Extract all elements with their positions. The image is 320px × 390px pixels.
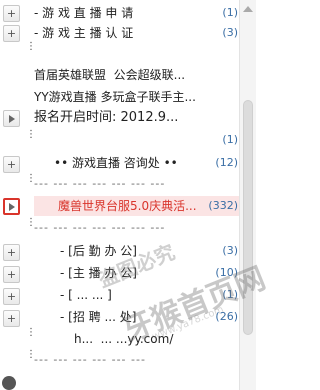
status-icon (2, 376, 16, 390)
plus-icon: + (6, 158, 17, 171)
expand-button[interactable]: + (3, 5, 20, 22)
plus-icon: + (6, 27, 17, 40)
vertical-scrollbar[interactable] (239, 0, 256, 390)
expand-button[interactable]: + (3, 244, 20, 261)
plus-icon: + (6, 246, 17, 259)
channel-name: - [后 勤 办 公] (60, 244, 137, 258)
user-count: (12) (215, 156, 238, 169)
plus-icon: + (6, 268, 17, 281)
user-count: (3) (222, 26, 238, 39)
channel-name: - 游 戏 直 播 申 请 (34, 6, 134, 20)
channel-row[interactable]: 首届英雄联盟 公会超级联... (34, 65, 240, 85)
expand-button[interactable]: + (3, 25, 20, 42)
channel-row[interactable]: - 游 戏 主 播 认 证 (3) (34, 23, 240, 43)
channel-name: - [招 聘 ... 处] (60, 310, 137, 324)
channel-row[interactable]: - 游 戏 直 播 申 请 (1) (34, 3, 240, 23)
channel-row[interactable]: (1) (34, 130, 240, 150)
channel-name: YY游戏直播 多玩盒子联手主... (34, 90, 196, 104)
channel-name: h... ... ...yy.com/ (74, 332, 174, 346)
play-button-selected[interactable] (3, 198, 20, 215)
channel-name: - [主 播 办 公] (60, 266, 137, 280)
tree-guide: ⋮ (26, 173, 36, 184)
channel-row[interactable]: YY游戏直播 多玩盒子联手主... (34, 87, 240, 107)
channel-row[interactable]: - [后 勤 办 公] (3) (34, 241, 240, 261)
channel-name: 魔兽世界台服5.0庆典活... (58, 199, 197, 213)
tree-guide: ⋮ (26, 349, 36, 360)
channel-name: - [ ... ... ] (60, 288, 112, 302)
play-button[interactable] (3, 110, 20, 127)
scroll-thumb[interactable] (243, 100, 253, 335)
channel-tree-panel: + + + + + + + - 游 戏 直 播 申 请 (1) - 游 戏 主 播… (0, 0, 270, 390)
user-count: (332) (208, 199, 238, 212)
channel-row[interactable]: •• 游戏直播 咨询处 •• (12) (34, 153, 240, 173)
user-count: (1) (222, 6, 238, 19)
channel-row[interactable]: 报名开启时间: 2012.9... (34, 108, 240, 128)
expand-button[interactable]: + (3, 266, 20, 283)
separator: --- --- --- --- --- --- --- (34, 221, 166, 234)
channel-row[interactable] (34, 43, 240, 63)
user-count: (1) (222, 288, 238, 301)
channel-row[interactable]: h... ... ...yy.com/ (34, 329, 240, 349)
channel-name: 报名开启时间: 2012.9... (34, 110, 179, 125)
expand-button[interactable]: + (3, 288, 20, 305)
channel-name: - 游 戏 主 播 认 证 (34, 26, 134, 40)
tree-guide: ⋮ (26, 129, 36, 140)
expand-button[interactable]: + (3, 156, 20, 173)
plus-icon: + (6, 7, 17, 20)
user-count: (3) (222, 244, 238, 257)
expand-button[interactable]: + (3, 310, 20, 327)
separator: --- --- --- --- --- --- (34, 353, 146, 366)
channel-row[interactable]: - [ ... ... ] (1) (34, 285, 240, 305)
user-count: (1) (222, 133, 238, 146)
play-icon (8, 114, 15, 123)
plus-icon: + (6, 290, 17, 303)
tree-guide: ⋮ (26, 217, 36, 228)
tree-guide: ⋮ (26, 327, 36, 338)
plus-icon: + (6, 312, 17, 325)
user-count: (26) (215, 310, 238, 323)
tree-guide: ⋮ (26, 41, 36, 52)
channel-row-selected[interactable]: 魔兽世界台服5.0庆典活... (332) (34, 196, 240, 216)
separator: --- --- --- --- --- --- --- (34, 177, 166, 190)
play-icon (8, 202, 15, 211)
arrow-up-icon[interactable] (243, 6, 253, 12)
channel-row[interactable]: - [主 播 办 公] (10) (34, 263, 240, 283)
channel-row[interactable]: - [招 聘 ... 处] (26) (34, 307, 240, 327)
user-count: (10) (215, 266, 238, 279)
channel-name: •• 游戏直播 咨询处 •• (54, 156, 178, 170)
channel-name: 首届英雄联盟 公会超级联... (34, 68, 186, 82)
